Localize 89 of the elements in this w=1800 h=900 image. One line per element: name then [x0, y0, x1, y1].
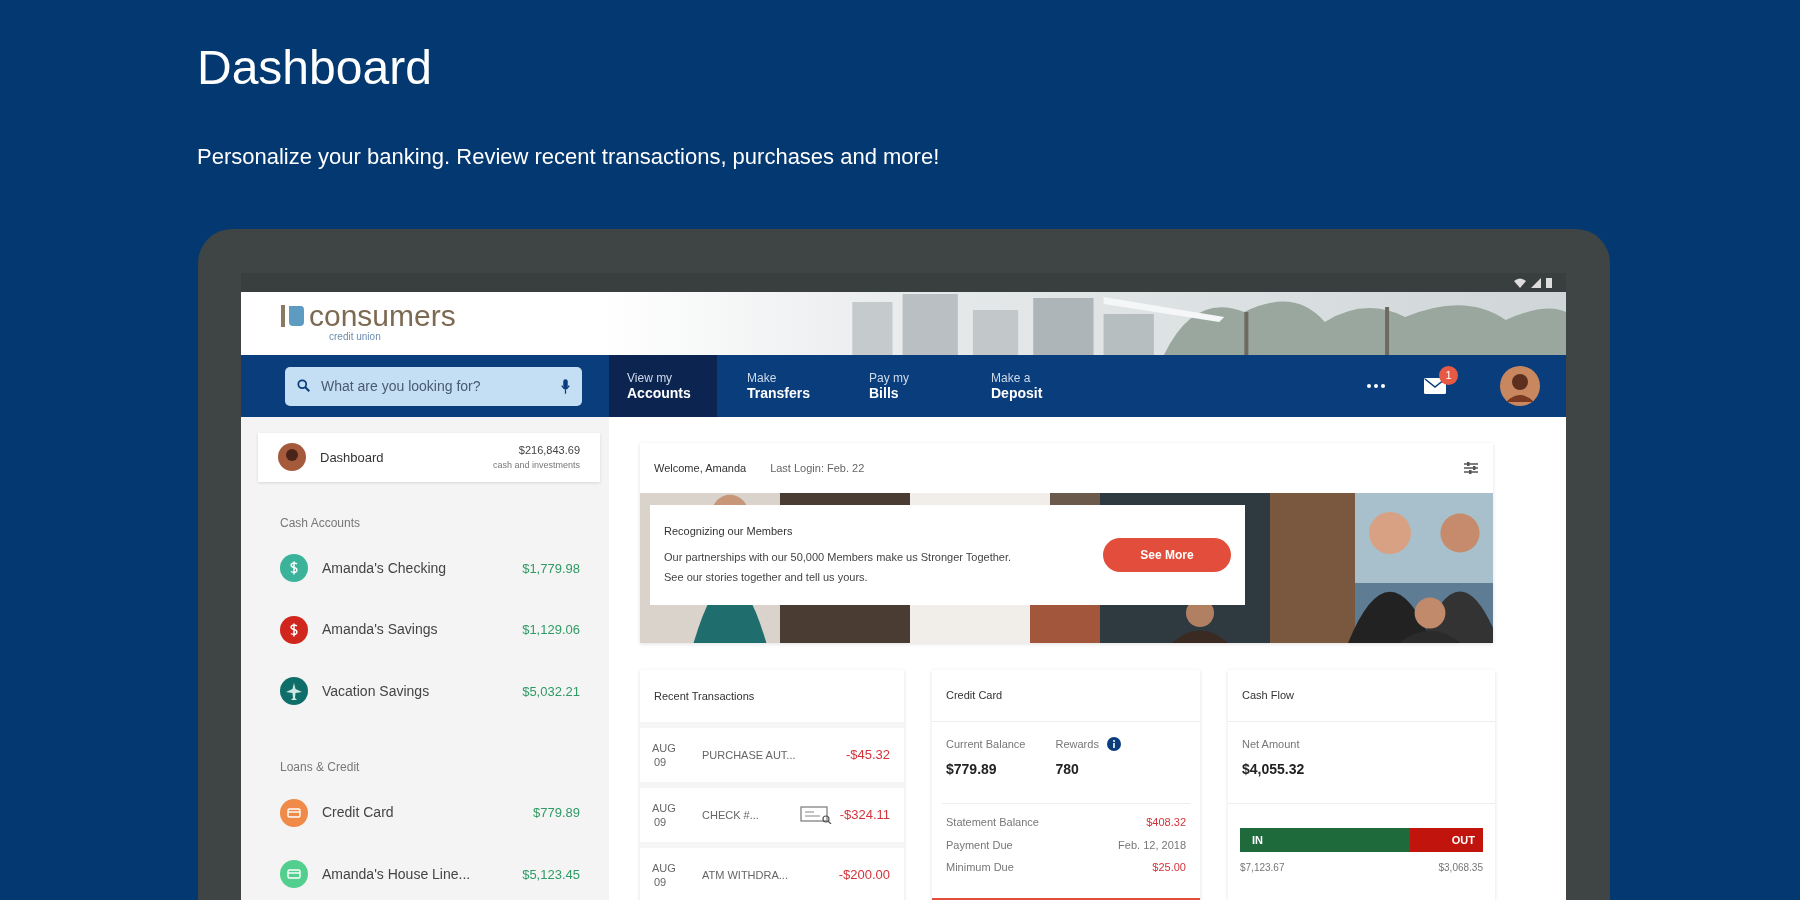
in-amount: $7,123.67	[1240, 861, 1285, 875]
nav-tab[interactable]: Make Transfers	[717, 355, 839, 417]
date-month: AUG	[652, 741, 676, 755]
search-icon	[297, 379, 311, 393]
welcome-text: Welcome, Amanda	[654, 460, 747, 476]
avatar	[278, 443, 306, 472]
account-name: Amanda's Checking	[322, 559, 448, 578]
account-item[interactable]: Amanda's Savings $1,129.06	[258, 599, 600, 661]
dollar-icon	[280, 615, 308, 644]
dashboard-item[interactable]: Dashboard $216,843.69 cash and investments	[258, 433, 600, 482]
account-balance: $1,129.06	[522, 621, 580, 640]
item-caption: cash and investments	[492, 458, 580, 472]
date-month: AUG	[652, 801, 676, 815]
account-balance: $5,032.21	[522, 682, 580, 701]
signal-icon	[1531, 277, 1541, 288]
card-title: Recent Transactions	[653, 688, 756, 704]
net-label: Net Amount	[1242, 737, 1301, 752]
transaction-amount: -$200.00	[838, 866, 890, 885]
section-heading: Cash Accounts	[279, 514, 362, 532]
account-item[interactable]: Amanda's House Line... $5,123.45	[258, 843, 600, 900]
check-image-icon[interactable]	[799, 806, 832, 824]
detail-value: $408.32	[1146, 815, 1186, 830]
transaction-description: ATM WITHDRA...	[702, 867, 789, 883]
rewards-label: Rewards	[1055, 737, 1099, 752]
promo-title: Recognizing our Members	[664, 523, 794, 539]
promo-text: Our partnerships with our 50,000 Members make us Stronger Together. See our stories together and tell us yours.	[664, 550, 1013, 586]
rewards-value: 780	[1055, 759, 1080, 779]
last-login-text: Last Login: Feb. 22	[770, 460, 866, 476]
net-value: $4,055.32	[1242, 759, 1306, 779]
wifi-icon	[1514, 277, 1526, 288]
detail-value: Feb. 12, 2018	[1118, 837, 1186, 853]
date-day: 09	[652, 755, 667, 769]
info-icon[interactable]	[1106, 737, 1121, 752]
nav-tab[interactable]: Pay my Bills	[839, 355, 961, 417]
account-item[interactable]: Credit Card $779.89	[258, 782, 600, 844]
detail-value: $25.00	[1152, 860, 1186, 875]
plane-icon	[280, 677, 308, 706]
account-balance: $779.89	[533, 804, 580, 823]
account-item[interactable]: Vacation Savings $5,032.21	[258, 660, 600, 723]
search-field[interactable]: What are you looking for?	[285, 366, 582, 406]
section-heading: Loans & Credit	[279, 759, 361, 777]
search-input[interactable]: What are you looking for?	[321, 375, 551, 397]
transaction-amount: -$324.11	[839, 806, 890, 825]
detail-label: Minimum Due	[946, 860, 1014, 875]
customize-icon[interactable]	[1463, 461, 1479, 475]
detail-label: Statement Balance	[946, 815, 1039, 830]
more-icon[interactable]	[1367, 384, 1385, 388]
nav-tab[interactable]: View my Accounts	[609, 355, 717, 417]
balance-label: Current Balance	[946, 737, 1026, 752]
out-label: OUT	[1451, 832, 1475, 848]
battery-icon	[1546, 277, 1552, 288]
account-balance: $5,123.45	[522, 865, 580, 884]
account-name: Amanda's House Line...	[322, 864, 472, 884]
logo-icon	[279, 303, 305, 329]
see-more-button[interactable]: See More	[1103, 538, 1231, 572]
transaction-description: CHECK #...	[702, 807, 760, 823]
dollar-icon	[280, 554, 308, 583]
date-day: 09	[652, 815, 667, 829]
item-label: Dashboard	[320, 448, 385, 467]
card-icon	[280, 860, 308, 889]
microphone-icon	[561, 378, 570, 394]
date-day: 09	[652, 875, 667, 889]
transaction-row[interactable]: AUG 09 PURCHASE AUT... -$45.32	[640, 722, 904, 782]
transaction-row[interactable]: AUG 09 ATM WITHDRA... -$200.00	[640, 842, 904, 900]
balance-value: $779.89	[946, 759, 998, 779]
transaction-row[interactable]: AUG 09 CHECK #... -$324.11	[640, 782, 904, 842]
avatar[interactable]	[1500, 366, 1540, 406]
account-name: Vacation Savings	[322, 681, 431, 701]
account-balance: $1,779.98	[522, 559, 580, 578]
mail-icon[interactable]	[1424, 378, 1446, 394]
date-month: AUG	[652, 861, 676, 875]
transaction-description: PURCHASE AUT...	[702, 747, 797, 763]
detail-label: Payment Due	[946, 837, 1013, 853]
account-name: Amanda's Savings	[322, 620, 439, 640]
item-amount: $216,843.69	[518, 443, 580, 459]
in-label: IN	[1252, 832, 1263, 848]
notification-badge: 1	[1439, 366, 1458, 385]
transaction-amount: -$45.32	[845, 746, 890, 765]
nav-tab[interactable]: Make a Deposit	[961, 355, 1083, 417]
card-icon	[280, 798, 308, 827]
account-name: Credit Card	[322, 803, 395, 823]
page-subtitle: Personalize your banking. Review recent transactions, purchases and more!	[197, 143, 941, 171]
logo-wordmark: consumers	[309, 301, 456, 331]
card-title: Cash Flow	[1228, 670, 1495, 722]
card-title: Credit Card	[932, 670, 1200, 722]
page-title: Dashboard	[197, 40, 433, 96]
logo-tagline: credit union	[329, 331, 381, 343]
account-item[interactable]: Amanda's Checking $1,779.98	[258, 537, 600, 600]
out-amount: $3,068.35	[1438, 861, 1483, 875]
